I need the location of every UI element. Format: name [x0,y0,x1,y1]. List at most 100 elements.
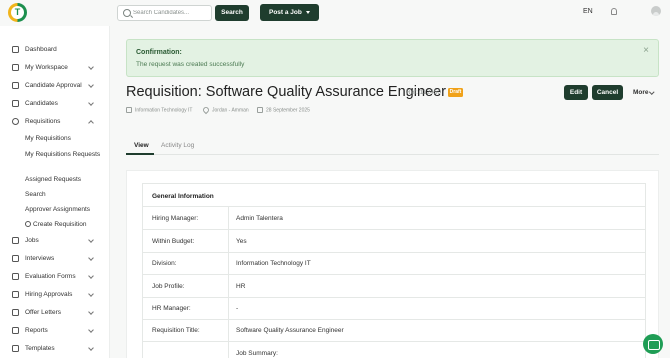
edit-button[interactable]: Edit [564,85,588,100]
info-value: Job Summary: [236,350,278,357]
sub-item-assigned-requests[interactable]: Assigned Requests [25,175,105,184]
form-icon [12,273,19,280]
sidebar-item-evaluation-forms[interactable]: Evaluation Forms [0,269,110,284]
sidebar-item-label: Interviews [25,254,55,262]
info-row: Within Budget: Yes [142,230,646,253]
info-row: Job Profile: HR [142,275,646,298]
chevron-down-icon [88,81,94,88]
document-icon [12,309,19,316]
search-button[interactable]: Search [215,5,249,21]
chevron-down-icon [88,99,94,106]
sidebar-item-label: Offer Letters [25,308,62,316]
caret-down-icon [306,11,310,14]
tab-activity-log[interactable]: Activity Log [161,142,194,149]
info-row: Requisition Title: Software Quality Assu… [142,319,646,342]
info-row: Hiring Manager: Admin Talentera [142,207,646,230]
date-text: 28 September 2025 [266,107,310,114]
sub-item-create-requisition[interactable]: Create Requisition [25,220,105,229]
chevron-down-icon [648,89,654,95]
sidebar-item-jobs[interactable]: Jobs [0,233,110,248]
sidebar-item-candidates[interactable]: Candidates [0,96,110,111]
plus-circle-icon [25,221,31,227]
logo[interactable]: T [8,3,27,22]
sidebar-item-label: My Workspace [25,63,68,71]
search-box [117,5,212,21]
info-label [143,342,229,358]
approval-icon [12,291,19,298]
confirmation-alert: Confirmation: The request was created su… [126,39,659,77]
sidebar-item-label: Requisitions [25,117,61,125]
briefcase-icon [12,237,19,244]
sub-item-my-requisitions[interactable]: My Requisitions [25,134,105,143]
sidebar-item-label: Reports [25,326,48,334]
sidebar-item-templates[interactable]: Templates [0,341,110,356]
sidebar-item-offer-letters[interactable]: Offer Letters [0,305,110,320]
chat-icon[interactable] [643,334,663,354]
user-check-icon [12,82,19,89]
sub-item-my-requisitions-requests[interactable]: My Requisitions Requests [25,150,105,159]
info-value: HR [236,283,246,290]
info-label: Hiring Manager: [143,207,229,229]
info-value: Admin Talentera [236,215,283,222]
chevron-down-icon [88,326,94,333]
meta-department: Information Technology IT [126,107,192,114]
info-row: Job Summary: [142,342,646,358]
sidebar-item-reports[interactable]: Reports [0,323,110,338]
chart-icon [12,327,19,334]
more-button[interactable]: More [626,85,659,100]
sidebar-item-my-workspace[interactable]: My Workspace [0,60,110,75]
laptop-icon [12,64,19,71]
sidebar-item-label: Templates [25,344,55,352]
sidebar-item-dashboard[interactable]: Dashboard [0,42,110,57]
meta-date: 28 September 2025 [257,107,310,114]
language-selector[interactable]: EN [583,8,593,15]
sidebar-item-candidate-approval[interactable]: Candidate Approval [0,78,110,93]
bell-icon[interactable] [611,8,617,15]
sidebar-item-label: Evaluation Forms [25,272,76,280]
location-text: Jordan - Amman [212,107,249,114]
info-value: Software Quality Assurance Engineer [236,327,344,334]
chevron-down-icon [88,290,94,297]
info-row: Division: Information Technology IT [142,252,646,275]
info-value: Yes [236,238,247,245]
create-requisition-label: Create Requisition [33,221,87,228]
sidebar-item-interviews[interactable]: Interviews [0,251,110,266]
chevron-down-icon [88,254,94,261]
grid-icon [12,46,19,53]
reference-number: Ref: 112450 [406,89,441,96]
info-value: - [236,305,239,312]
sub-item-search[interactable]: Search [25,190,105,199]
sidebar-item-label: Jobs [25,236,39,244]
sidebar: Dashboard My Workspace Candidate Approva… [0,26,110,358]
section-heading: General Information [142,183,646,207]
post-job-button[interactable]: Post a Job [260,4,319,21]
search-icon [123,9,131,17]
active-tab-indicator [126,153,154,155]
sub-item-approver-assignments[interactable]: Approver Assignments [25,205,105,214]
close-icon[interactable]: × [643,46,649,56]
avatar[interactable] [651,6,661,16]
refresh-icon [12,118,19,125]
more-label: More [633,89,649,96]
tab-view[interactable]: View [134,142,149,149]
sidebar-item-label: Hiring Approvals [25,290,73,298]
sidebar-item-label: Candidates [25,99,58,107]
mail-icon [12,345,19,352]
sidebar-item-requisitions[interactable]: Requisitions [0,114,110,129]
search-input[interactable] [133,7,211,19]
chevron-down-icon [88,63,94,70]
department-text: Information Technology IT [135,107,193,114]
alert-title: Confirmation: [136,49,182,56]
location-pin-icon [201,105,211,115]
info-label: Requisition Title: [143,319,229,341]
chevron-down-icon [88,272,94,279]
meta-location: Jordan - Amman [201,105,249,115]
sidebar-item-label: Dashboard [25,45,57,53]
info-label: Within Budget: [143,230,229,252]
sidebar-item-label: Candidate Approval [25,81,82,89]
sidebar-item-hiring-approvals[interactable]: Hiring Approvals [0,287,110,302]
chevron-down-icon [88,308,94,315]
alert-message: The request was created successfully [136,61,245,68]
chevron-down-icon [88,236,94,243]
cancel-button[interactable]: Cancel [592,85,623,100]
